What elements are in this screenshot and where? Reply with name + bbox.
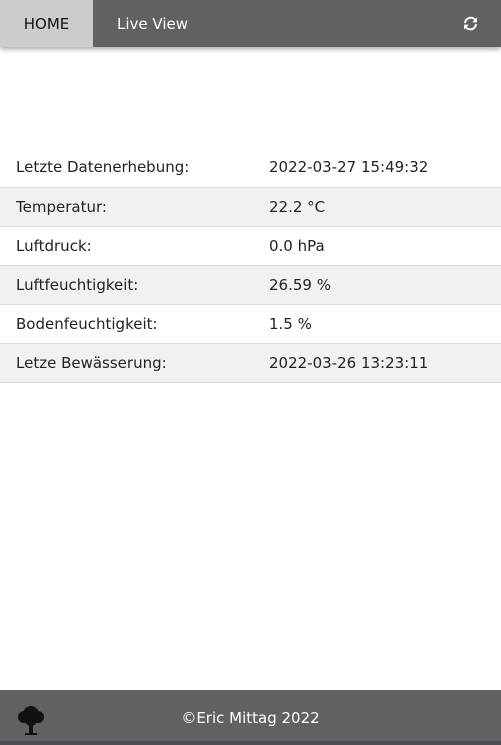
nav-liveview-tab[interactable]: Live View	[93, 0, 212, 47]
sensor-data-table: Letzte Datenerhebung: 2022-03-27 15:49:3…	[0, 148, 501, 383]
table-row: Letze Bewässerung: 2022-03-26 13:23:11	[0, 343, 501, 382]
row-label: Luftdruck:	[16, 236, 92, 255]
tree-icon	[18, 706, 44, 735]
row-label: Letze Bewässerung:	[16, 353, 167, 372]
refresh-button[interactable]	[439, 0, 501, 47]
top-navbar: HOME Live View	[0, 0, 501, 47]
row-value: 26.59 %	[269, 275, 331, 294]
row-label: Bodenfeuchtigkeit:	[16, 314, 158, 333]
footer-bottom-strip	[0, 741, 501, 745]
nav-home-tab[interactable]: HOME	[0, 0, 93, 47]
row-label: Luftfeuchtigkeit:	[16, 275, 139, 294]
row-value: 2022-03-26 13:23:11	[269, 353, 429, 372]
nav-home-label: HOME	[23, 14, 70, 33]
row-value: 1.5 %	[269, 314, 312, 333]
nav-liveview-label: Live View	[117, 14, 188, 33]
refresh-icon	[463, 16, 477, 31]
table-row: Luftfeuchtigkeit: 26.59 %	[0, 265, 501, 304]
table-row: Letzte Datenerhebung: 2022-03-27 15:49:3…	[0, 148, 501, 187]
footer-copyright: ©Eric Mittag 2022	[181, 708, 320, 727]
row-value: 22.2 °C	[269, 197, 326, 216]
table-row: Bodenfeuchtigkeit: 1.5 %	[0, 304, 501, 343]
row-value: 0.0 hPa	[269, 236, 325, 255]
table-row: Temperatur: 22.2 °C	[0, 187, 501, 226]
page-footer: ©Eric Mittag 2022	[0, 690, 501, 745]
table-row: Luftdruck: 0.0 hPa	[0, 226, 501, 265]
row-value: 2022-03-27 15:49:32	[269, 158, 429, 177]
row-label: Temperatur:	[16, 197, 107, 216]
row-label: Letzte Datenerhebung:	[16, 158, 190, 177]
